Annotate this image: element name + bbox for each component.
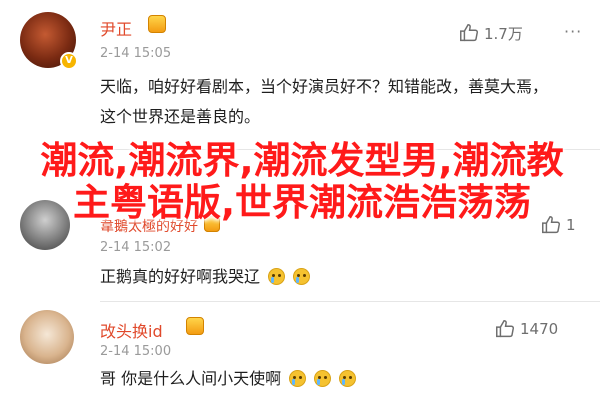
crying-emoji-icon — [314, 370, 332, 387]
comment-text: 哥 你是什么人间小天使啊 — [100, 364, 560, 394]
medal-badge-icon — [148, 15, 166, 33]
comment-text: 正鹅真的好好啊我哭辽 — [100, 262, 560, 292]
avatar[interactable] — [20, 310, 74, 364]
more-dots-icon[interactable]: ··· — [564, 22, 582, 41]
crying-emoji-icon — [289, 370, 307, 387]
comment-text: 天临，咱好好看剧本，当个好演员好不？知错能改，善莫大焉，这个世界还是善良的。 — [100, 77, 549, 126]
comment-username[interactable]: 尹正 — [100, 16, 132, 40]
crying-emoji-icon — [339, 370, 357, 387]
crying-emoji-icon — [293, 268, 311, 285]
crying-emoji-icon — [268, 268, 286, 285]
comment-text-content: 正鹅真的好好啊我哭辽 — [100, 267, 261, 286]
overlay-caption: 潮流,潮流界,潮流发型男,潮流教主粤语版,世界潮流浩浩荡荡 — [40, 139, 564, 224]
comment-item: V 尹正 2-14 15:05 1.7万 ··· 天临，咱好好看剧本，当个好演员… — [0, 0, 600, 150]
like-count: 1470 — [520, 320, 559, 338]
comment-username[interactable]: 改头换id — [100, 318, 163, 342]
verified-v-icon: V — [60, 52, 78, 70]
like-count: 1.7万 — [484, 24, 523, 43]
comment-item: 改头换id 2-14 15:00 1470 哥 你是什么人间小天使啊 — [0, 302, 600, 400]
comment-timestamp: 2-14 15:00 — [100, 344, 172, 359]
comment-timestamp: 2-14 15:05 — [100, 46, 172, 61]
comment-timestamp: 2-14 15:02 — [100, 240, 172, 255]
weibo-comment-feed: V 尹正 2-14 15:05 1.7万 ··· 天临，咱好好看剧本，当个好演员… — [0, 0, 600, 400]
thumbs-up-icon — [460, 24, 478, 42]
medal-badge-icon — [186, 317, 204, 335]
comment-text-content: 哥 你是什么人间小天使啊 — [100, 369, 282, 388]
like-button[interactable]: 1470 — [494, 318, 558, 340]
like-button[interactable]: 1.7万 — [458, 22, 523, 44]
thumbs-up-icon — [496, 320, 514, 338]
